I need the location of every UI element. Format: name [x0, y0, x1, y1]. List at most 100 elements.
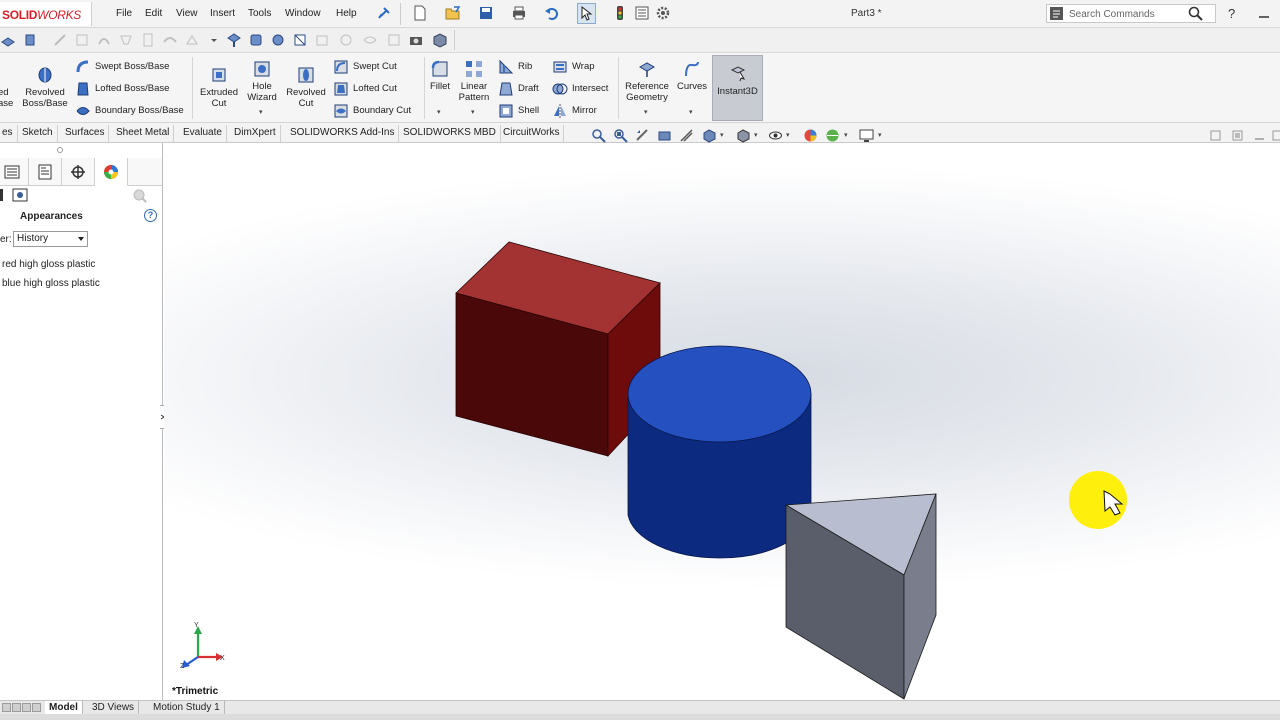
search-commands-box[interactable]: Search Commands	[1046, 4, 1216, 23]
camera-icon[interactable]	[408, 32, 424, 48]
search-icon[interactable]	[1188, 6, 1203, 21]
revolved-cut-button[interactable]: Revolved Cut	[283, 65, 329, 109]
apply-scene-icon[interactable]	[825, 128, 840, 143]
hide-show-dropdown[interactable]: ▾	[786, 131, 790, 139]
search-scope-icon[interactable]	[1050, 7, 1063, 20]
box-disabled-icon[interactable]	[74, 32, 90, 48]
tab-configuration-manager[interactable]	[62, 158, 95, 186]
help-question-icon[interactable]: ?	[1224, 5, 1240, 21]
revolve-feature-icon[interactable]	[22, 32, 38, 48]
tab-model[interactable]: Model	[45, 701, 83, 715]
swept-disabled-icon[interactable]	[96, 32, 112, 48]
tab-3d-views[interactable]: 3D Views	[88, 701, 140, 715]
menu-tools[interactable]: Tools	[248, 8, 271, 19]
tab-evaluate[interactable]: Evaluate	[179, 125, 227, 142]
linear-pattern-button[interactable]: Linear Pattern	[455, 59, 493, 103]
loft-disabled-icon[interactable]	[118, 32, 134, 48]
tab-feature-manager[interactable]	[0, 158, 29, 186]
app-logo[interactable]: SOLIDWORKS	[0, 2, 92, 26]
tab-motion-study-1[interactable]: Motion Study 1	[149, 701, 225, 715]
window-maximize-icon[interactable]	[1270, 128, 1280, 143]
instant3d-button[interactable]: Instant3D	[712, 55, 763, 121]
swept-cut-button[interactable]: Swept Cut	[333, 59, 397, 75]
measure-icon[interactable]	[292, 32, 308, 48]
tab-circuitworks[interactable]: CircuitWorks	[499, 125, 565, 142]
fillet-dropdown-arrow[interactable]: ▾	[437, 108, 441, 116]
rebuild-traffic-light-icon[interactable]	[612, 5, 628, 21]
fillet-button[interactable]: Fillet	[426, 59, 454, 92]
tab-dimxpert[interactable]: DimXpert	[230, 125, 281, 142]
apply-scene-dropdown[interactable]: ▾	[844, 131, 848, 139]
help-circle-icon[interactable]: ?	[144, 209, 157, 222]
tab-features[interactable]: es	[0, 125, 18, 142]
appearance-disabled-icon[interactable]	[132, 188, 148, 204]
boundary-boss-button[interactable]: Boundary Boss/Base	[75, 103, 184, 119]
tab-display-manager[interactable]	[95, 158, 128, 186]
lofted-boss-button[interactable]: Lofted Boss/Base	[75, 81, 169, 97]
menu-view[interactable]: View	[176, 8, 198, 19]
chamfer-disabled-icon[interactable]	[184, 32, 200, 48]
reference-plane-icon[interactable]	[226, 32, 242, 48]
view-settings-monitor-icon[interactable]	[859, 128, 874, 143]
shell-button[interactable]: Shell	[498, 103, 539, 119]
hole-wizard-dropdown-arrow[interactable]: ▾	[259, 108, 263, 116]
revolved-boss-button[interactable]: Revolved Boss/Base	[20, 65, 70, 109]
previous-view-icon[interactable]	[635, 128, 650, 143]
zoom-to-fit-icon[interactable]	[591, 128, 606, 143]
wrap-disabled-icon[interactable]	[362, 32, 378, 48]
curves-button[interactable]: Curves	[675, 59, 709, 92]
dropdown-arrow-icon[interactable]	[206, 32, 222, 48]
truncated-lofted-boss-label[interactable]: ed ase	[0, 87, 14, 109]
tab-nav-next-icon[interactable]	[22, 703, 31, 712]
new-document-icon[interactable]	[412, 5, 428, 21]
tab-nav-first-icon[interactable]	[2, 703, 11, 712]
display-style-icon[interactable]	[736, 128, 751, 143]
reference-geometry-button[interactable]: Reference Geometry	[620, 59, 674, 103]
rib-button[interactable]: Rib	[498, 59, 532, 75]
edit-appearance-icon[interactable]	[803, 128, 818, 143]
file-properties-icon[interactable]	[634, 5, 650, 21]
restore-window-icon[interactable]	[1208, 128, 1223, 143]
hole-disabled-icon[interactable]	[338, 32, 354, 48]
fillet-disabled-icon[interactable]	[162, 32, 178, 48]
menu-insert[interactable]: Insert	[210, 8, 235, 19]
mass-properties-icon[interactable]	[248, 32, 264, 48]
extruded-cut-button[interactable]: Extruded Cut	[196, 65, 242, 109]
part-cube-icon[interactable]	[432, 32, 448, 48]
pane-grip-handle[interactable]	[57, 147, 63, 153]
section-view-hud-icon[interactable]	[657, 128, 672, 143]
wrap-button[interactable]: Wrap	[552, 59, 595, 75]
blue-cylinder-top-face[interactable]	[627, 345, 812, 443]
display-style-dropdown[interactable]: ▾	[754, 131, 758, 139]
tab-sketch[interactable]: Sketch	[18, 125, 58, 142]
dynamic-annotation-icon[interactable]	[679, 128, 694, 143]
hide-show-items-icon[interactable]	[768, 128, 783, 143]
options-gear-icon[interactable]	[655, 5, 671, 21]
tab-solidworks-addins[interactable]: SOLIDWORKS Add-Ins	[286, 125, 400, 142]
display-pane-icon[interactable]	[12, 188, 28, 202]
history-item-red-plastic[interactable]: red high gloss plastic	[2, 259, 95, 270]
boundary-cut-button[interactable]: Boundary Cut	[333, 103, 411, 119]
open-folder-icon[interactable]	[445, 5, 461, 21]
print-icon[interactable]	[511, 5, 527, 21]
extrude-feature-icon[interactable]	[0, 32, 16, 48]
linear-pattern-dropdown-arrow[interactable]: ▾	[471, 108, 475, 116]
select-button[interactable]	[577, 3, 596, 24]
view-orientation-icon[interactable]	[702, 128, 717, 143]
zoom-area-icon[interactable]	[613, 128, 628, 143]
menu-window[interactable]: Window	[285, 8, 321, 19]
menu-file[interactable]: File	[116, 8, 132, 19]
tab-nav-prev-icon[interactable]	[12, 703, 21, 712]
tab-nav-last-icon[interactable]	[32, 703, 41, 712]
save-icon[interactable]	[478, 5, 494, 21]
history-item-blue-plastic[interactable]: blue high gloss plastic	[2, 278, 100, 289]
graphics-area[interactable]: Y X Z	[164, 143, 1280, 700]
intersect-button[interactable]: Intersect	[552, 81, 608, 97]
curves-dropdown-arrow[interactable]: ▾	[689, 108, 693, 116]
menu-help[interactable]: Help	[336, 8, 357, 19]
tab-sheet-metal[interactable]: Sheet Metal	[112, 125, 175, 142]
section-view-icon[interactable]	[270, 32, 286, 48]
model-scene[interactable]: Y X Z	[164, 143, 1280, 700]
minimize-icon[interactable]	[1256, 5, 1272, 21]
sketch-disabled-icon[interactable]	[52, 32, 68, 48]
